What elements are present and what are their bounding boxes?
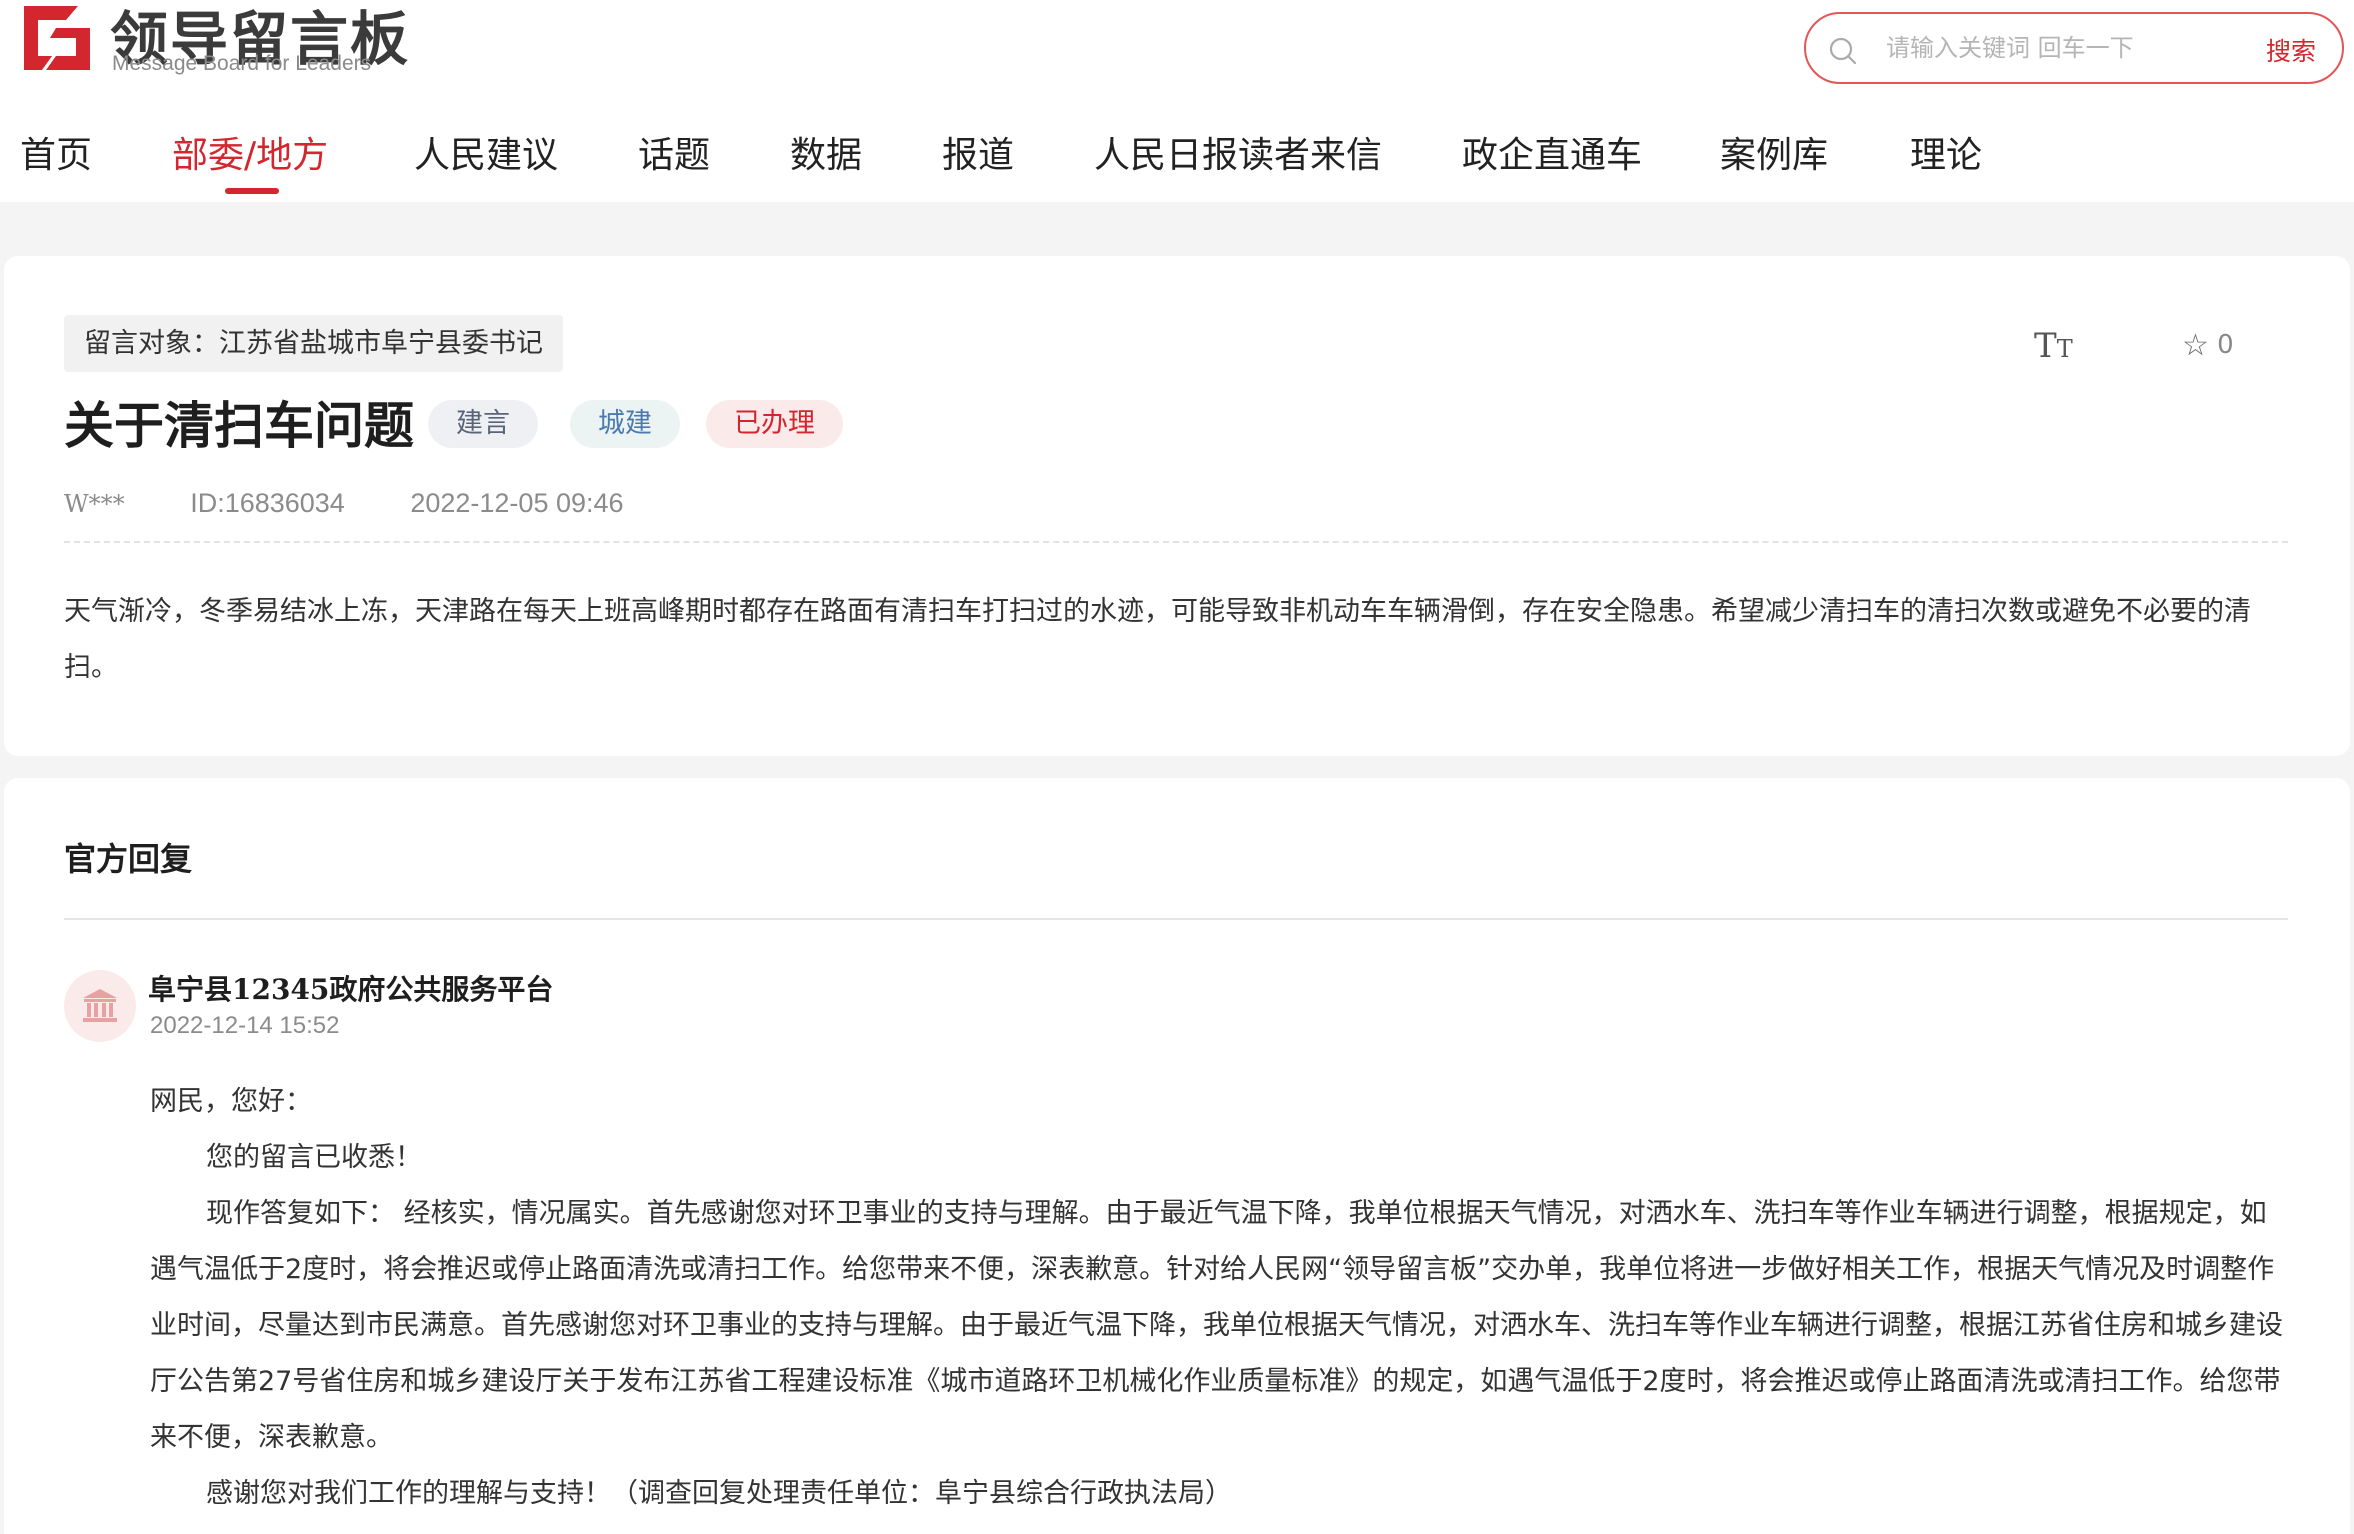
divider (64, 541, 2288, 543)
message-id: ID:16836034 (190, 488, 345, 518)
message-meta: W*** ID:16836034 2022-12-05 09:46 (64, 488, 682, 519)
status-badge: 已办理 (706, 400, 843, 448)
avatar (64, 970, 136, 1042)
favorite-count: 0 (2217, 330, 2234, 360)
author: W*** (64, 490, 125, 518)
search-input[interactable] (1886, 28, 2226, 68)
message-datetime: 2022-12-05 09:46 (410, 488, 624, 518)
reply-datetime: 2022-12-14 15:52 (150, 1012, 340, 1039)
message-title: 关于清扫车问题 (64, 396, 414, 455)
search-box: 搜索 (1804, 12, 2344, 84)
search-icon (1829, 37, 1857, 65)
divider (64, 918, 2288, 920)
nav-item-readers-letters[interactable]: 人民日报读者来信 (1094, 126, 1382, 178)
reply-card: 官方回复 阜宁县12345政府公共服务平台 2022-12-14 15:52 网… (4, 778, 2350, 1534)
font-size-icon[interactable]: TT (2034, 326, 2073, 366)
favorite-button[interactable]: ☆ 0 (2182, 328, 2234, 363)
main-nav: 首页 部委/地方 人民建议 话题 数据 报道 人民日报读者来信 政企直通车 案例… (0, 118, 2354, 202)
government-building-icon (83, 989, 117, 1022)
tag-suggestion: 建言 (428, 400, 538, 448)
tag-urban: 城建 (570, 400, 680, 448)
search-button[interactable]: 搜索 (2266, 32, 2316, 68)
logo-icon[interactable] (20, 2, 95, 74)
nav-item-topics[interactable]: 话题 (638, 126, 710, 178)
reply-paragraph: 您的留言已收悉！ (206, 1142, 422, 1173)
message-content: 天气渐冷，冬季易结冰上冻，天津路在每天上班高峰期时都存在路面有清扫车打扫过的水迹… (64, 596, 2251, 683)
site-header: 领导留言板 Message Board for Leaders 搜索 首页 部委… (0, 0, 2354, 202)
nav-item-gov-enterprise[interactable]: 政企直通车 (1462, 126, 1642, 178)
nav-item-people-suggestions[interactable]: 人民建议 (414, 126, 558, 178)
reply-greeting: 网民，您好： (150, 1086, 312, 1117)
star-icon: ☆ (2182, 328, 2209, 363)
nav-item-data[interactable]: 数据 (790, 126, 862, 178)
reply-org-name: 阜宁县12345政府公共服务平台 (148, 973, 554, 1006)
reply-heading: 官方回复 (64, 840, 193, 878)
logo-subtitle: Message Board for Leaders (112, 52, 372, 75)
reply-paragraph: 感谢您对我们工作的理解与支持！（调查回复处理责任单位：阜宁县综合行政执法局） (206, 1478, 1232, 1509)
nav-item-theory[interactable]: 理论 (1910, 126, 1982, 178)
nav-item-home[interactable]: 首页 (20, 126, 92, 178)
message-card: 留言对象：江苏省盐城市阜宁县委书记 TT ☆ 0 关于清扫车问题 建言 城建 已… (4, 256, 2350, 756)
nav-item-reports[interactable]: 报道 (942, 126, 1014, 178)
message-target: 留言对象：江苏省盐城市阜宁县委书记 (64, 315, 563, 372)
active-tab-indicator (225, 188, 279, 194)
nav-item-ministries-local[interactable]: 部委/地方 (172, 126, 328, 178)
nav-item-case-library[interactable]: 案例库 (1720, 126, 1828, 178)
reply-paragraph: 现作答复如下： 经核实，情况属实。首先感谢您对环卫事业的支持与理解。由于最近气温… (150, 1198, 2283, 1453)
reply-body: 网民，您好： 您的留言已收悉！ 现作答复如下： 经核实，情况属实。首先感谢您对环… (150, 1074, 2284, 1522)
